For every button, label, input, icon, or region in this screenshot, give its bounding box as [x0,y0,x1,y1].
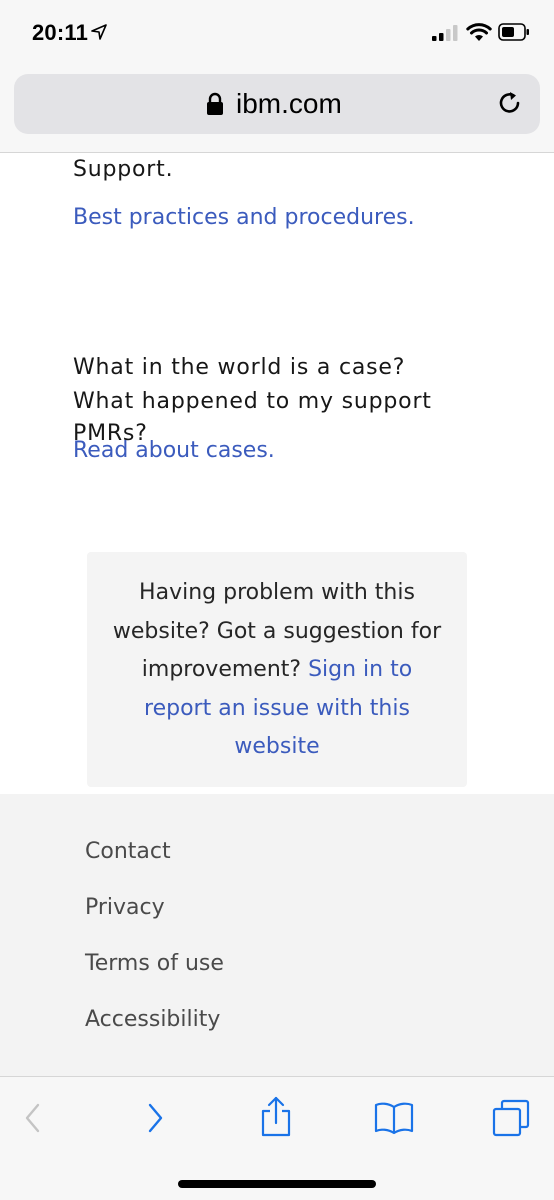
footer-link-terms[interactable]: Terms of use [85,951,224,976]
footer-link-privacy[interactable]: Privacy [85,895,165,920]
browser-top-bar: ibm.com [0,68,554,153]
status-time: 20:11 [32,20,89,45]
read-about-cases-link[interactable]: Read about cases. [73,438,275,463]
sign-in-link[interactable]: Sign in to [308,657,412,682]
tabs-icon[interactable] [492,1099,530,1137]
cellular-signal-icon [432,25,458,41]
feedback-line-1: Having problem with this [139,580,415,605]
feedback-line-3-text: improvement? [141,657,302,682]
location-arrow-icon [91,24,107,40]
home-indicator [178,1180,376,1188]
wifi-icon [466,23,492,41]
bookmarks-icon[interactable] [374,1101,414,1135]
feedback-line-3: improvement? Sign in to [107,651,447,690]
case-question-line-1: What in the world is a case? [73,355,406,380]
feedback-box: Having problem with this website? Got a … [87,552,467,787]
website-link[interactable]: website [234,734,319,759]
reload-icon[interactable] [496,89,524,117]
address-bar[interactable]: ibm.com [14,74,540,134]
share-icon[interactable] [258,1095,294,1137]
report-issue-link[interactable]: report an issue with this [144,696,410,721]
footer-link-accessibility[interactable]: Accessibility [85,1007,220,1032]
support-text: Support. [73,157,174,182]
footer-link-contact[interactable]: Contact [85,839,171,864]
best-practices-link[interactable]: Best practices and procedures. [73,205,415,230]
lock-icon [207,92,223,115]
feedback-text: Having problem with this website? Got a … [107,574,447,767]
battery-icon [498,23,529,41]
forward-icon[interactable] [144,1101,166,1135]
case-question-line-2: What happened to my support [73,389,432,414]
back-icon[interactable] [22,1101,44,1135]
feedback-line-2: website? Got a suggestion for [112,618,442,644]
status-bar: 20:11 [0,0,554,68]
url-text[interactable]: ibm.com [236,88,342,120]
page-content: Support. Best practices and procedures. … [0,153,554,794]
site-footer: Contact Privacy Terms of use Accessibili… [0,794,554,1076]
